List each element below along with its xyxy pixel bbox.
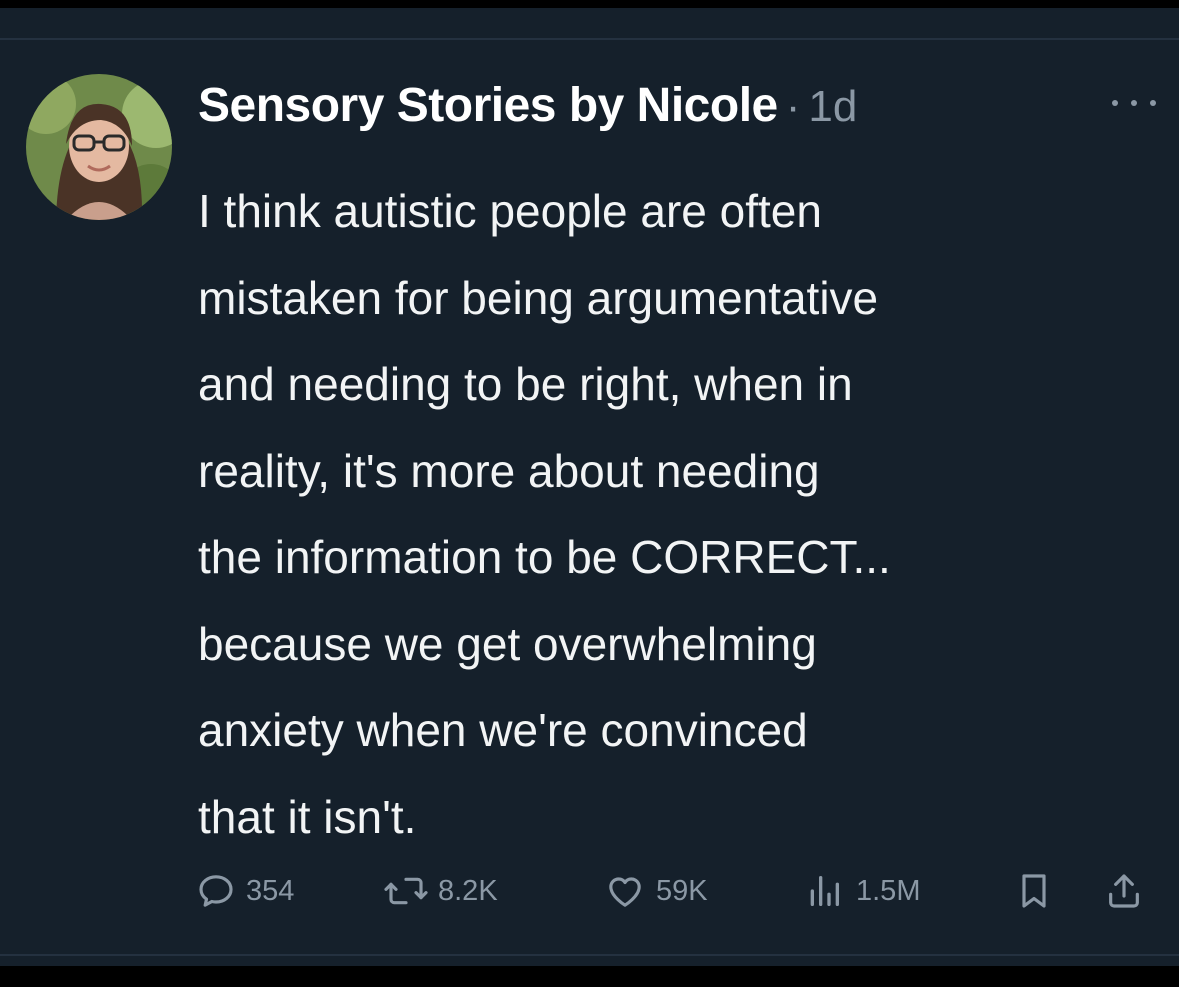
tweet-text-line: and needing to be right, when in: [198, 358, 853, 410]
header-separator: ·: [785, 82, 801, 131]
tweet-card[interactable]: Sensory Stories by Nicole · 1d I think a…: [0, 8, 1179, 966]
repost-button[interactable]: 8.2K: [384, 866, 498, 916]
like-button[interactable]: 59K: [604, 866, 708, 916]
bookmark-button[interactable]: [1014, 866, 1054, 916]
avatar[interactable]: [26, 74, 172, 220]
tweet-text-line: because we get overwhelming: [198, 617, 817, 670]
bookmark-icon: [1022, 874, 1046, 908]
views-button[interactable]: 1.5M: [802, 866, 920, 916]
views-count: 1.5M: [856, 874, 921, 907]
tweet-text-line: the information to be CORRECT...: [198, 531, 891, 583]
tweet-text-line: reality, it's more about needing: [198, 444, 820, 497]
author-name[interactable]: Sensory Stories by Nicole: [198, 78, 778, 133]
action-bar: 354 8.2K 59K 1.5M: [196, 866, 1156, 916]
divider-bottom: [0, 954, 1179, 956]
reply-bubble-icon: [199, 875, 233, 907]
tweet-text-line: that it isn't.: [198, 790, 417, 843]
share-button[interactable]: [1104, 866, 1144, 916]
avatar-image: [26, 74, 172, 220]
share-upload-icon: [1109, 874, 1139, 908]
reply-button[interactable]: 354: [196, 866, 294, 916]
tweet-header: Sensory Stories by Nicole · 1d: [198, 78, 857, 140]
divider-top: [0, 38, 1179, 40]
tweet-text-line: anxiety when we're convinced: [198, 704, 808, 756]
timestamp[interactable]: 1d: [808, 82, 857, 132]
repost-count: 8.2K: [438, 874, 498, 907]
like-count: 59K: [656, 874, 708, 907]
repost-icon: [384, 877, 428, 905]
reply-count: 354: [246, 874, 295, 907]
heart-icon: [609, 877, 641, 907]
tweet-text-line: mistaken for being argumentative: [198, 271, 879, 324]
tweet-text: I think autistic people are often mistak…: [198, 168, 1163, 860]
bar-chart-icon: [810, 876, 839, 906]
more-horizontal-icon[interactable]: [1112, 88, 1156, 118]
tweet-text-line: I think autistic people are often: [198, 185, 822, 237]
